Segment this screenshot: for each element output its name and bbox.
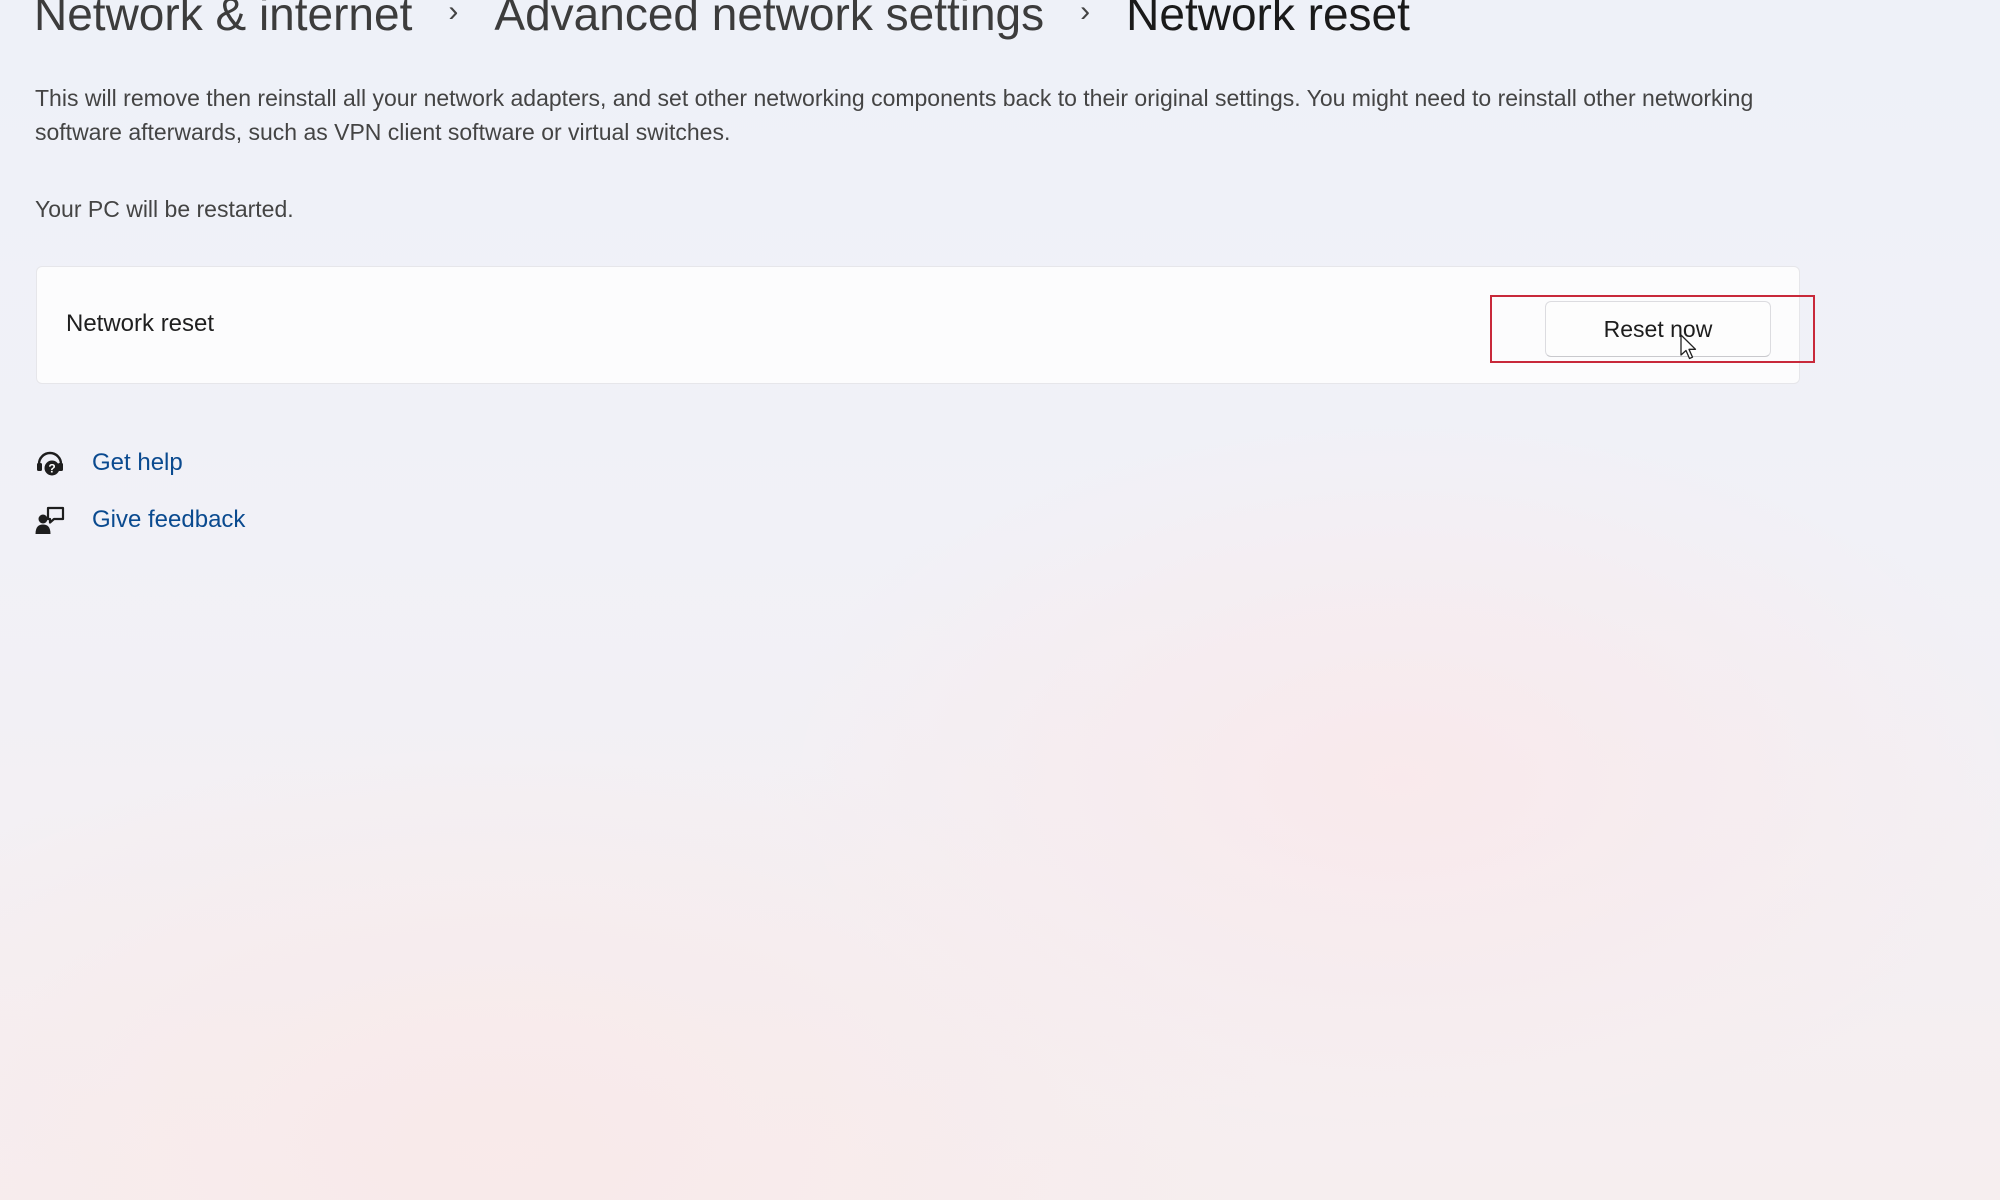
feedback-icon [35,506,65,534]
breadcrumb: Network & internet › Advanced network se… [34,0,1410,42]
breadcrumb-chevron-icon: › [1080,0,1091,28]
get-help-link[interactable]: ? Get help [34,446,183,480]
restart-note: Your PC will be restarted. [35,196,294,222]
breadcrumb-network-internet[interactable]: Network & internet [34,0,412,42]
page-title: Network reset [1126,0,1410,40]
get-help-label[interactable]: Get help [92,446,183,480]
reset-description: This will remove then reinstall all your… [35,85,1754,145]
mouse-cursor-icon [1680,334,1697,360]
svg-text:?: ? [48,462,55,476]
get-help-icon: ? [37,451,63,476]
breadcrumb-advanced-network-settings[interactable]: Advanced network settings [494,0,1044,42]
give-feedback-label[interactable]: Give feedback [92,503,245,537]
give-feedback-link[interactable]: Give feedback [34,503,245,537]
network-reset-label: Network reset [66,310,215,337]
reset-now-button[interactable]: Reset now [1545,301,1771,357]
breadcrumb-chevron-icon: › [448,0,459,28]
